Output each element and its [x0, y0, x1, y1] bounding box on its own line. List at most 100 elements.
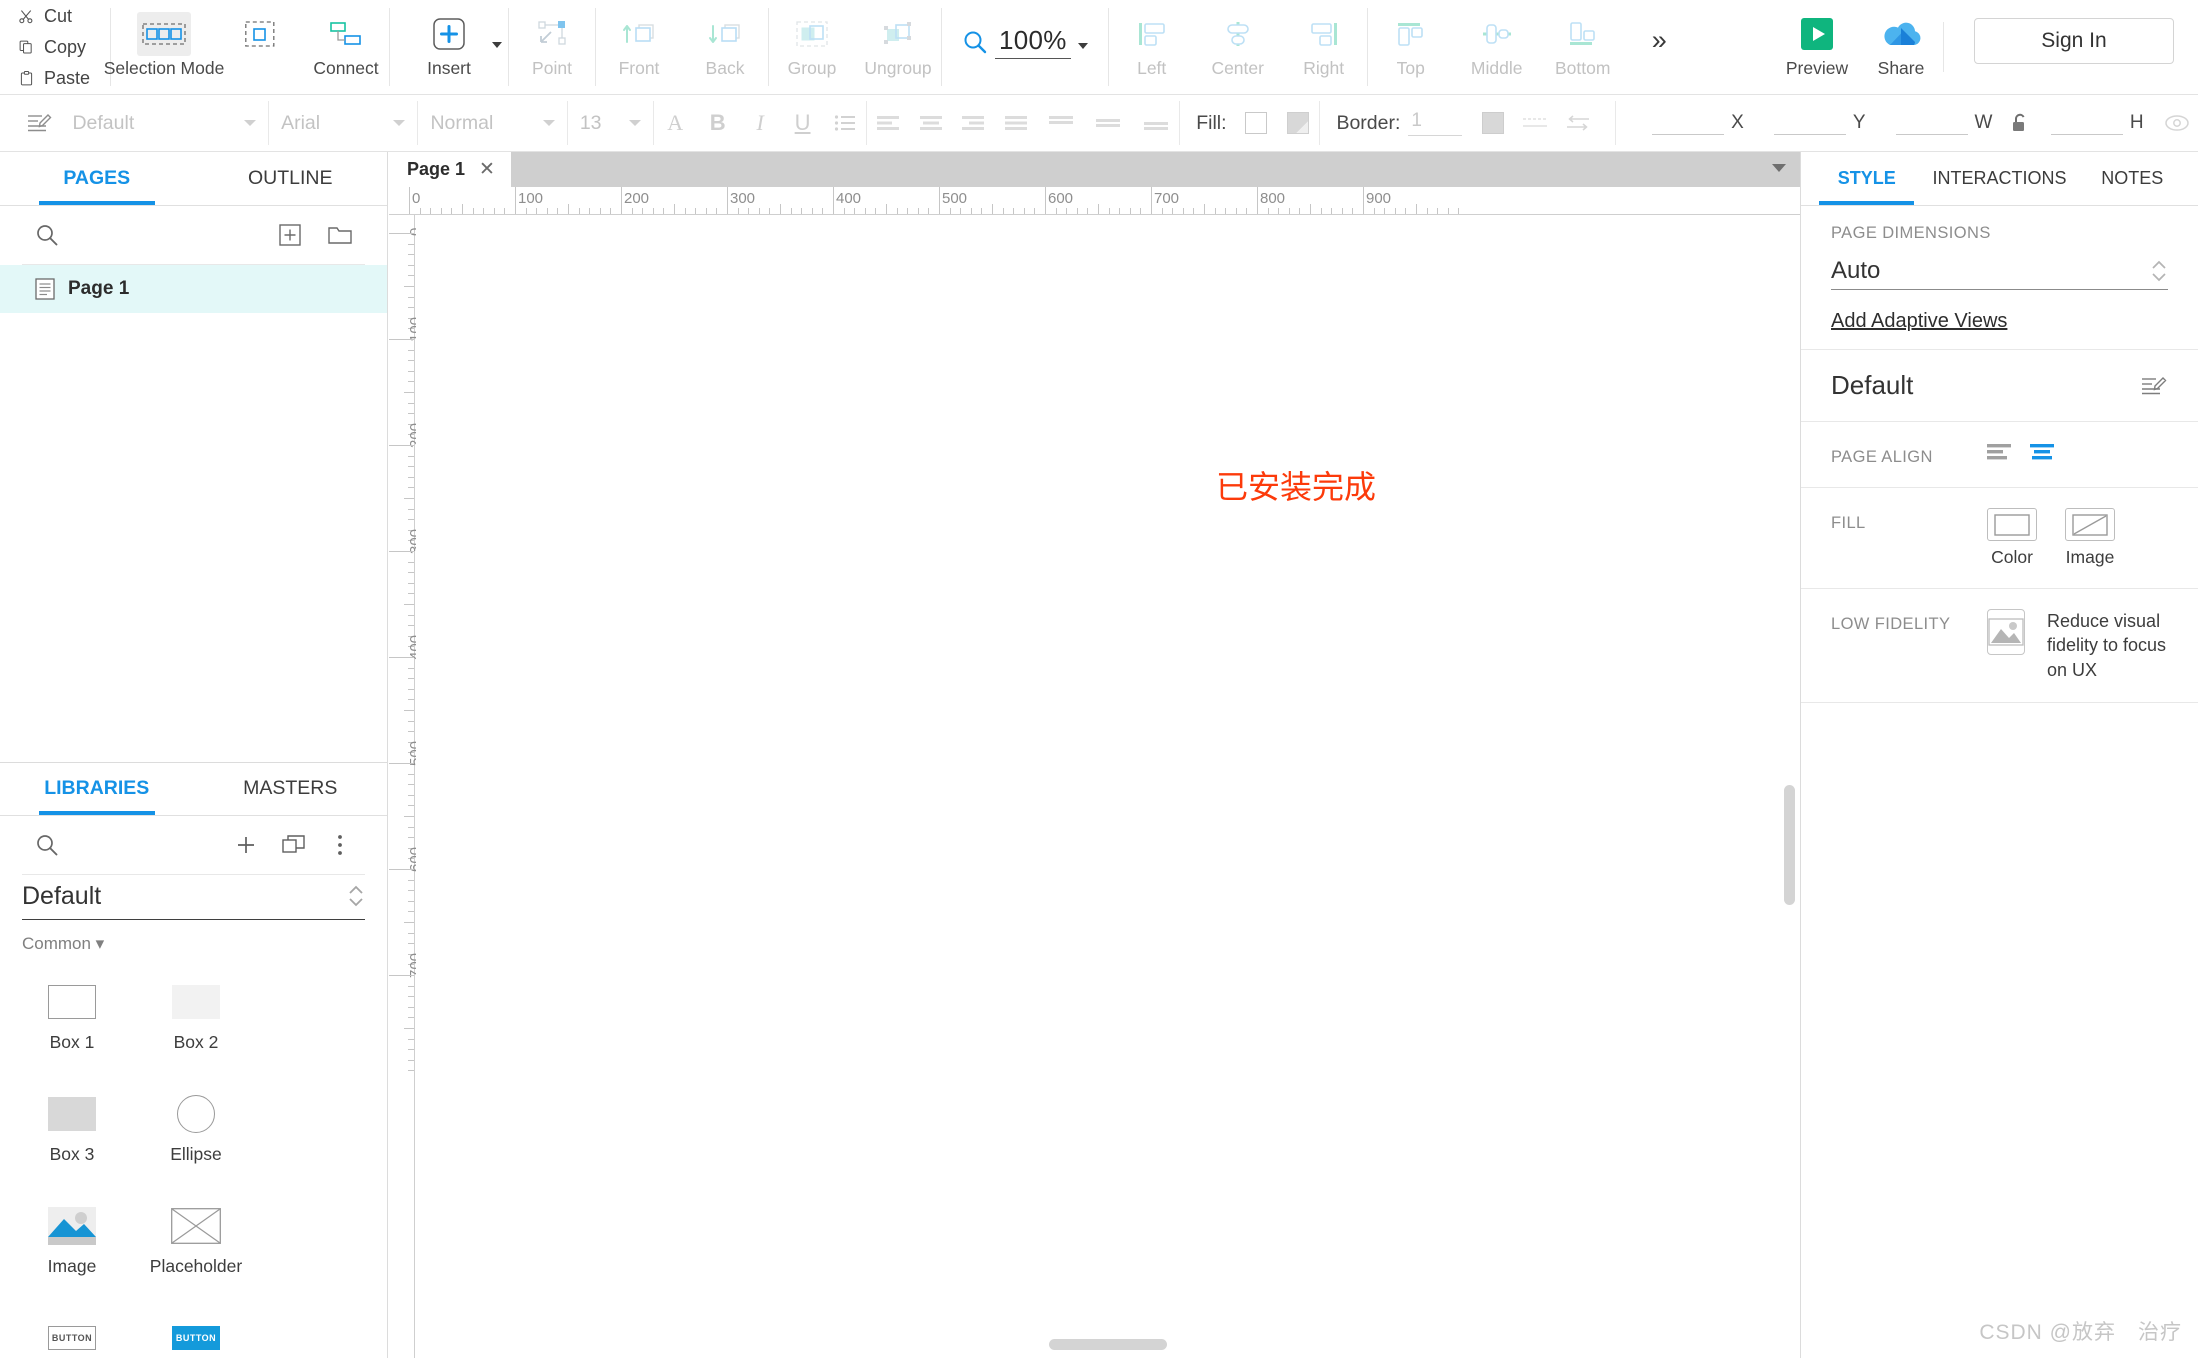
preview-button[interactable]: Preview: [1775, 0, 1859, 95]
paste-button[interactable]: Paste: [18, 63, 110, 94]
library-panels-icon[interactable]: [273, 824, 315, 866]
align-right-button[interactable]: Right: [1281, 0, 1367, 95]
add-folder-icon[interactable]: [319, 214, 361, 256]
canvas-horizontal-scrollbar[interactable]: [1049, 1339, 1167, 1350]
tab-style[interactable]: STYLE: [1801, 152, 1933, 205]
font-family-select[interactable]: Arial: [269, 95, 417, 152]
vertical-align-middle-icon[interactable]: [1084, 95, 1131, 152]
point-button[interactable]: Point: [509, 0, 595, 95]
fill-color-swatch[interactable]: [1235, 95, 1277, 152]
low-fidelity-toggle[interactable]: [1987, 609, 2025, 655]
lock-aspect-ratio-icon[interactable]: [1998, 95, 2040, 152]
horizontal-ruler[interactable]: 0100200300400500600700800900: [389, 187, 1800, 215]
page-dimensions-select[interactable]: Auto: [1831, 257, 2168, 290]
h-input[interactable]: [2051, 115, 2123, 135]
style-editor-icon[interactable]: [18, 95, 60, 152]
stepper-icon[interactable]: [2150, 257, 2168, 285]
text-align-justify-icon[interactable]: [995, 95, 1037, 152]
w-field[interactable]: W: [1890, 112, 1999, 135]
zoom-value[interactable]: 100%: [995, 25, 1071, 59]
zoom-chevron-down-icon[interactable]: [1078, 43, 1088, 49]
bold-icon[interactable]: B: [696, 95, 738, 152]
fill-gradient-swatch[interactable]: [1277, 95, 1319, 152]
y-field[interactable]: Y: [1768, 112, 1872, 135]
page-align-left-icon[interactable]: [1987, 442, 2013, 460]
widget-placeholder[interactable]: Placeholder: [134, 1184, 258, 1296]
visibility-eye-icon[interactable]: [2156, 95, 2198, 152]
page-align-center-icon[interactable]: [2029, 442, 2055, 460]
italic-icon[interactable]: I: [739, 95, 781, 152]
edit-style-icon[interactable]: [2140, 374, 2168, 398]
share-button[interactable]: Share: [1859, 0, 1943, 95]
toolbar-overflow-button[interactable]: »: [1626, 0, 1690, 94]
text-color-icon[interactable]: A: [654, 95, 696, 152]
selection-mode-button[interactable]: Selection Mode: [111, 0, 217, 95]
align-center-button[interactable]: Center: [1195, 0, 1281, 95]
arrow-style-icon[interactable]: [1557, 95, 1599, 152]
style-select[interactable]: Default: [60, 95, 268, 152]
connect-button[interactable]: Connect: [303, 0, 389, 95]
tab-interactions[interactable]: INTERACTIONS: [1933, 152, 2067, 205]
border-width-input[interactable]: 1: [1408, 110, 1461, 136]
widget-box-2[interactable]: Box 2: [134, 960, 258, 1072]
border-color-swatch[interactable]: [1472, 95, 1514, 152]
x-input[interactable]: [1652, 115, 1724, 135]
widget-ellipse[interactable]: Ellipse: [134, 1072, 258, 1184]
close-icon[interactable]: ✕: [479, 158, 495, 181]
widget-box-1[interactable]: Box 1: [10, 960, 134, 1072]
tab-list-chevron-down-icon[interactable]: [1772, 164, 1786, 172]
insert-button[interactable]: Insert: [390, 0, 508, 95]
copy-button[interactable]: Copy: [18, 32, 110, 63]
pages-search-icon[interactable]: [26, 214, 68, 256]
align-left-button[interactable]: Left: [1109, 0, 1195, 95]
widget-box-3[interactable]: Box 3: [10, 1072, 134, 1184]
align-bottom-button[interactable]: Bottom: [1540, 0, 1626, 95]
canvas-surface[interactable]: 已安装完成: [416, 215, 1800, 1358]
library-search-icon[interactable]: [26, 824, 68, 866]
canvas-vertical-scrollbar[interactable]: [1784, 785, 1795, 905]
tab-notes[interactable]: NOTES: [2067, 152, 2198, 205]
h-field[interactable]: H: [2045, 112, 2150, 135]
widget-primary-button[interactable]: BUTTON Primary Button: [134, 1296, 258, 1358]
text-align-right-icon[interactable]: [952, 95, 994, 152]
bullet-list-icon[interactable]: [824, 95, 866, 152]
vertical-align-bottom-icon[interactable]: [1132, 95, 1179, 152]
font-size-select[interactable]: 13: [568, 95, 653, 152]
vertical-align-top-icon[interactable]: [1037, 95, 1084, 152]
library-more-icon[interactable]: [319, 824, 361, 866]
canvas-text-widget[interactable]: 已安装完成: [1216, 462, 1376, 508]
tab-masters[interactable]: MASTERS: [194, 762, 388, 815]
underline-icon[interactable]: U: [781, 95, 823, 152]
text-align-left-icon[interactable]: [867, 95, 909, 152]
x-field[interactable]: X: [1646, 112, 1750, 135]
ungroup-button[interactable]: Ungroup: [855, 0, 941, 95]
y-input[interactable]: [1774, 115, 1846, 135]
widget-image[interactable]: Image: [10, 1184, 134, 1296]
cut-button[interactable]: Cut: [18, 1, 110, 32]
canvas-tab-page-1[interactable]: Page 1 ✕: [389, 152, 511, 187]
send-back-button[interactable]: Back: [682, 0, 768, 95]
add-library-icon[interactable]: [225, 824, 267, 866]
add-adaptive-views-link[interactable]: Add Adaptive Views: [1831, 310, 2007, 333]
sign-in-button[interactable]: Sign In: [1974, 18, 2174, 64]
w-input[interactable]: [1896, 115, 1968, 135]
library-group-header[interactable]: Common ▾: [0, 920, 387, 960]
library-selector[interactable]: Default: [22, 875, 365, 920]
bring-front-button[interactable]: Front: [596, 0, 682, 95]
tab-pages[interactable]: PAGES: [0, 152, 194, 205]
page-tree-item-page-1[interactable]: Page 1: [0, 265, 387, 313]
vertical-ruler[interactable]: 0100200300400500600700: [389, 215, 415, 1358]
align-top-button[interactable]: Top: [1368, 0, 1454, 95]
tab-libraries[interactable]: LIBRARIES: [0, 762, 194, 815]
fill-image-option[interactable]: Image: [2065, 508, 2115, 568]
align-middle-button[interactable]: Middle: [1454, 0, 1540, 95]
add-page-icon[interactable]: [269, 214, 311, 256]
group-button[interactable]: Group: [769, 0, 855, 95]
font-weight-select[interactable]: Normal: [418, 95, 566, 152]
insert-chevron-down-icon[interactable]: [492, 42, 502, 48]
text-align-center-icon[interactable]: [910, 95, 952, 152]
tab-outline[interactable]: OUTLINE: [194, 152, 388, 205]
border-style-icon[interactable]: [1514, 95, 1556, 152]
stepper-icon[interactable]: [347, 881, 365, 911]
widget-button[interactable]: BUTTON Button: [10, 1296, 134, 1358]
